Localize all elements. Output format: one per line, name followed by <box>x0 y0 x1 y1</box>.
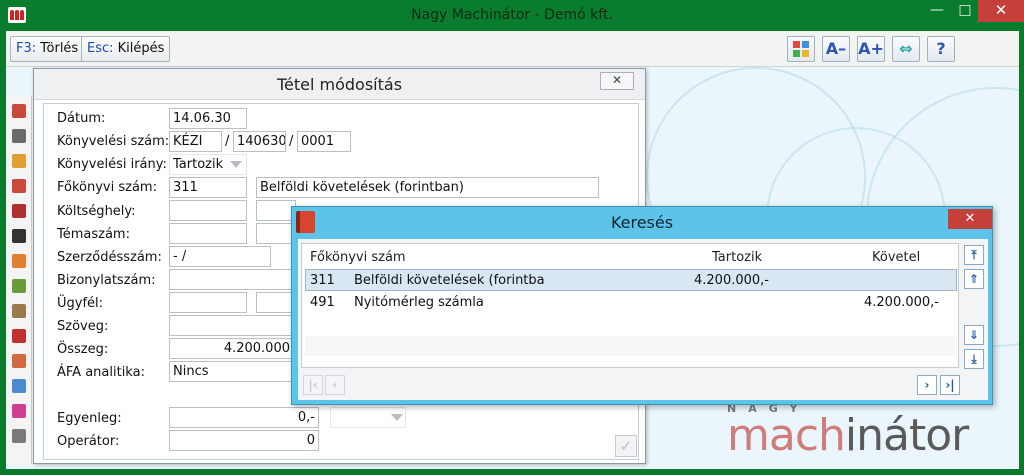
delete-shortcut: F3: <box>16 41 37 56</box>
label-cost-center: Költséghely: <box>57 204 136 219</box>
customer-name-field[interactable] <box>256 292 296 313</box>
font-increase-icon[interactable]: A+ <box>857 36 885 62</box>
close-window-button[interactable]: ✕ <box>978 0 1024 22</box>
row-code: 491 <box>310 295 335 310</box>
font-decrease-icon[interactable]: A– <box>822 36 850 62</box>
book-prefix-field[interactable]: KÉZI <box>169 131 222 152</box>
amount-field[interactable]: 4.200.000 <box>169 338 294 359</box>
label-vat: ÁFA analitika: <box>57 365 145 380</box>
help-icon[interactable]: ? <box>927 36 955 62</box>
brand-part1: mach <box>727 410 846 461</box>
ledger-code-field[interactable]: 311 <box>169 177 247 198</box>
book-direction-value: Tartozik <box>173 157 224 172</box>
text-field[interactable] <box>169 315 294 336</box>
row-name: Nyitómérleg számla <box>354 295 484 310</box>
label-ledger-number: Főkönyvi szám: <box>57 180 157 195</box>
main-toolbar: F3: Törlés Esc: Kilépés A– A+ ⇔ ? <box>6 31 1019 67</box>
label-operator: Operátor: <box>57 434 120 449</box>
grid-icon[interactable] <box>787 36 815 62</box>
row-credit: 4.200.000,- <box>864 295 939 310</box>
delete-label: Törlés <box>40 41 79 56</box>
column-header-account[interactable]: Főkönyvi szám <box>310 250 406 265</box>
first-record-button[interactable]: ⤒ <box>964 245 984 265</box>
window-title: Nagy Machinátor - Demó kft. <box>411 7 613 23</box>
label-topic-number: Témaszám: <box>57 227 130 242</box>
brand-part2: inátor <box>844 410 969 461</box>
next-page-button[interactable]: ⇓ <box>964 325 984 345</box>
prev-page-button[interactable]: ⇑ <box>964 269 984 289</box>
minimize-button[interactable]: — <box>924 0 950 22</box>
search-results-grid: Főkönyvi szám Tartozik Követel 311 Belfö… <box>301 243 959 368</box>
table-row[interactable]: 491 Nyitómérleg számla 4.200.000,- <box>305 292 957 314</box>
side-icon-strip <box>6 96 32 464</box>
operator-field: 0 <box>169 430 319 451</box>
exit-shortcut: Esc: <box>87 41 114 56</box>
label-balance: Egyenleg: <box>57 411 122 426</box>
column-header-credit[interactable]: Követel <box>872 250 920 265</box>
cost-center-name-field[interactable] <box>256 200 296 221</box>
chevron-down-icon[interactable] <box>230 161 242 168</box>
window-titlebar: Nagy Machinátor - Demó kft. — □ ✕ <box>0 0 1024 31</box>
vat-value: Nincs <box>173 364 209 379</box>
resize-icon[interactable]: ⇔ <box>892 36 920 62</box>
document-number-field[interactable] <box>169 269 294 290</box>
exit-label: Kilépés <box>117 41 165 56</box>
label-text: Szöveg: <box>57 319 109 334</box>
row-debit: 4.200.000,- <box>694 273 769 288</box>
topic-name-field[interactable] <box>256 223 296 244</box>
book-suffix-field[interactable]: 0001 <box>297 131 351 152</box>
contract-number-field[interactable]: - / <box>169 246 271 267</box>
book-separator-1: / <box>225 134 230 149</box>
book-middle-field[interactable]: 140630 <box>233 131 286 152</box>
label-date: Dátum: <box>57 111 106 126</box>
exit-button[interactable]: Esc: Kilépés <box>81 36 171 62</box>
delete-button[interactable]: F3: Törlés <box>10 36 85 62</box>
topic-number-field[interactable] <box>169 223 247 244</box>
edit-dialog-close-button[interactable]: ✕ <box>600 72 634 90</box>
label-amount: Összeg: <box>57 342 109 357</box>
maximize-button[interactable]: □ <box>952 0 978 22</box>
page-last-button[interactable]: ›| <box>940 375 960 395</box>
search-dialog-close-button[interactable]: ✕ <box>948 209 992 229</box>
book-separator-2: / <box>289 134 294 149</box>
chevron-down-icon[interactable] <box>391 414 403 421</box>
table-row[interactable]: 311 Belföldi követelések (forintba 4.200… <box>305 269 957 291</box>
edit-dialog-title: Tétel módosítás <box>34 69 645 100</box>
label-contract-number: Szerződésszám: <box>57 250 162 265</box>
label-document-number: Bizonylatszám: <box>57 273 156 288</box>
label-customer: Ügyfél: <box>57 296 104 311</box>
ok-button[interactable]: ✓ <box>615 435 637 457</box>
search-dialog-body: Főkönyvi szám Tartozik Követel 311 Belfö… <box>298 239 988 400</box>
empty-row <box>305 336 957 356</box>
search-dialog: Keresés ✕ Főkönyvi szám Tartozik Követel… <box>291 206 993 405</box>
page-next-button[interactable]: › <box>917 375 937 395</box>
brand-logo: machinátor <box>727 410 969 461</box>
label-book-direction: Könyvelési irány: <box>57 157 167 172</box>
label-book-number: Könyvelési szám: <box>57 134 170 149</box>
balance-field: 0,- <box>169 407 319 428</box>
page-prev-button[interactable]: ‹ <box>325 375 345 395</box>
row-name: Belföldi követelések (forintba <box>354 273 545 288</box>
cost-center-field[interactable] <box>169 200 247 221</box>
vat-select[interactable]: Nincs <box>169 361 294 382</box>
page-first-button[interactable]: |‹ <box>303 375 323 395</box>
last-record-button[interactable]: ⤓ <box>964 349 984 369</box>
date-field[interactable]: 14.06.30 <box>169 108 247 129</box>
row-code: 311 <box>310 273 335 288</box>
column-header-debit[interactable]: Tartozik <box>712 250 762 265</box>
customer-code-field[interactable] <box>169 292 247 313</box>
search-dialog-title: Keresés <box>610 213 674 232</box>
ledger-name-field[interactable]: Belföldi követelések (forintban) <box>256 177 599 198</box>
